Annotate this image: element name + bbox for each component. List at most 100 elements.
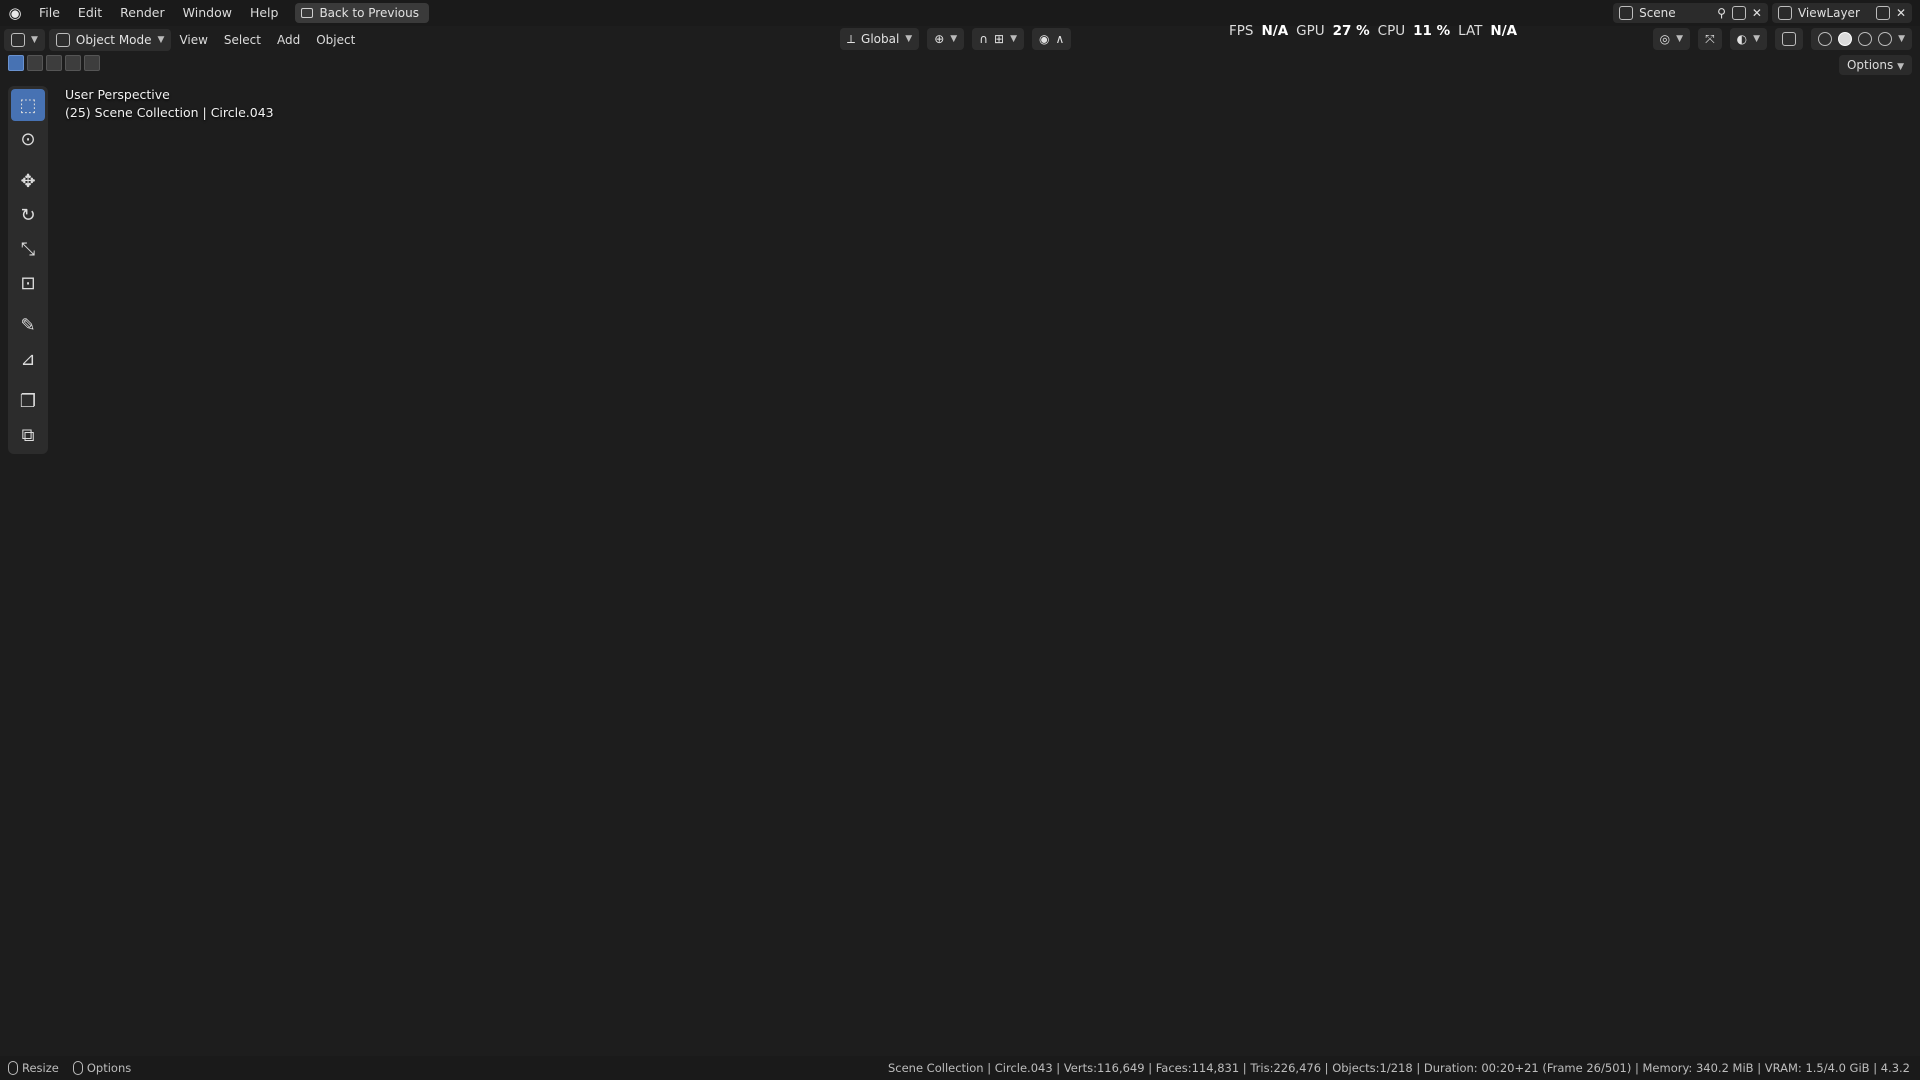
gpu-value: 27 % xyxy=(1332,23,1370,39)
options-hint-label: Options xyxy=(86,1060,132,1075)
view-layer-selector[interactable]: ViewLayer ✕ xyxy=(1771,3,1912,23)
gizmo-toggle[interactable]: ⤧ xyxy=(1698,28,1722,50)
menu-view[interactable]: View xyxy=(171,29,215,51)
snap-toggle[interactable]: ∩ ⊞ ▼ xyxy=(972,28,1024,50)
status-bar: Resize Options Scene Collection | Circle… xyxy=(0,1056,1920,1080)
transform-icon[interactable]: ⊡ xyxy=(11,267,45,299)
pivot-icon: ⊕ xyxy=(934,32,945,46)
proportional-edit-toggle[interactable]: ◉ ∧ xyxy=(1031,28,1072,50)
3d-viewport-icon xyxy=(11,33,25,47)
options-hint: Options xyxy=(72,1060,132,1076)
chevron-down-icon: ▼ xyxy=(1010,34,1017,44)
view-layer-icon xyxy=(1777,6,1792,20)
object-mode-icon xyxy=(55,33,70,47)
screen-icon xyxy=(301,8,314,18)
resize-label: Resize xyxy=(22,1060,59,1075)
select-subtract-icon[interactable] xyxy=(46,55,62,71)
add-cube-icon[interactable]: ❐ xyxy=(11,385,45,417)
eye-icon: ◎ xyxy=(1659,32,1671,46)
heart-text-line2: Valentines xyxy=(705,280,915,326)
material-shading-icon[interactable] xyxy=(1858,32,1873,46)
performance-overlay: FPS N/A GPU 27 % CPU 11 % LAT N/A xyxy=(1229,23,1517,39)
lat-value: N/A xyxy=(1490,23,1518,39)
chevron-down-icon: ▼ xyxy=(1897,62,1904,72)
scene-render: Happy Valentines Day xyxy=(0,26,1920,1056)
back-to-previous-button[interactable]: Back to Previous xyxy=(295,3,429,23)
menu-select[interactable]: Select xyxy=(216,29,269,51)
cursor-icon[interactable]: ⊙ xyxy=(11,123,45,155)
chevron-down-icon: ▼ xyxy=(950,34,958,44)
rotate-icon[interactable]: ↻ xyxy=(11,199,45,231)
chevron-down-icon: ▼ xyxy=(31,35,38,45)
gpu-label: GPU xyxy=(1296,23,1325,39)
menu-object[interactable]: Object xyxy=(308,29,363,51)
selection-mode-buttons xyxy=(8,55,100,73)
viewport-info: User Perspective (25) Scene Collection |… xyxy=(65,86,274,122)
close-icon[interactable]: ✕ xyxy=(1896,6,1906,20)
menu-help[interactable]: Help xyxy=(241,0,288,26)
axis-icon: ⟂ xyxy=(847,31,856,46)
measure-icon[interactable]: ⊿ xyxy=(11,343,45,375)
orientation-label: Global xyxy=(861,32,900,46)
xray-icon xyxy=(1782,32,1797,46)
mode-dropdown[interactable]: Object Mode ▼ xyxy=(48,29,172,51)
chevron-down-icon: ▼ xyxy=(1676,34,1684,44)
select-intersect-icon[interactable] xyxy=(84,55,100,71)
menu-window[interactable]: Window xyxy=(174,0,241,26)
pivot-dropdown[interactable]: ⊕ ▼ xyxy=(927,28,965,50)
snap-grid-icon: ⊞ xyxy=(994,32,1005,46)
visibility-dropdown[interactable]: ◎ ▼ xyxy=(1652,28,1691,50)
chevron-down-icon: ▼ xyxy=(1753,34,1761,44)
mouse-icon xyxy=(72,1061,83,1076)
scene-selector[interactable]: Scene ⚲ ✕ xyxy=(1613,3,1768,23)
rendered-shading-icon[interactable] xyxy=(1878,32,1893,46)
shading-modes[interactable]: ▼ xyxy=(1811,28,1912,50)
solid-shading-icon[interactable] xyxy=(1838,32,1853,46)
select-box-icon[interactable]: ⬚ xyxy=(11,89,45,121)
move-icon[interactable]: ✥ xyxy=(11,165,45,197)
scene-statistics: Scene Collection | Circle.043 | Verts:11… xyxy=(887,1061,1910,1075)
scale-icon[interactable]: ⤡ xyxy=(11,233,45,265)
select-extend-icon[interactable] xyxy=(27,55,43,71)
new-scene-icon[interactable] xyxy=(1731,6,1746,20)
pin-icon[interactable]: ⚲ xyxy=(1717,6,1726,20)
options-label: Options xyxy=(1846,58,1894,72)
menu-render[interactable]: Render xyxy=(111,0,174,26)
falloff-icon: ∧ xyxy=(1055,32,1065,46)
view-name: User Perspective xyxy=(65,87,170,102)
fps-label: FPS xyxy=(1229,23,1254,39)
menu-add[interactable]: Add xyxy=(269,29,308,51)
select-invert-icon[interactable] xyxy=(65,55,81,71)
scene-icon xyxy=(1619,6,1634,20)
top-menu-bar: ◉ File Edit Render Window Help Back to P… xyxy=(0,0,1920,26)
wireframe-shading-icon[interactable] xyxy=(1818,32,1833,46)
orientation-dropdown[interactable]: ⟂ Global ▼ xyxy=(840,28,920,50)
new-view-layer-icon[interactable] xyxy=(1875,6,1890,20)
topbar-right: Scene ⚲ ✕ ViewLayer ✕ xyxy=(1613,0,1920,26)
overlay-toggle[interactable]: ◐ ▼ xyxy=(1729,28,1768,50)
cpu-label: CPU xyxy=(1377,23,1406,39)
scene-name: Scene xyxy=(1639,6,1676,20)
menu-edit[interactable]: Edit xyxy=(69,0,111,26)
gizmo-icon: ⤧ xyxy=(1705,31,1715,46)
close-icon[interactable]: ✕ xyxy=(1752,6,1762,20)
magnet-icon: ∩ xyxy=(979,32,988,46)
view-layer-name: ViewLayer xyxy=(1797,6,1860,20)
select-new-icon[interactable] xyxy=(8,55,24,71)
options-dropdown[interactable]: Options ▼ xyxy=(1838,55,1912,75)
status-hints: Resize Options xyxy=(0,1061,131,1076)
annotate-icon[interactable]: ✎ xyxy=(11,309,45,341)
viewport-header: ▼ Object Mode ▼ View Select Add Object ⟂… xyxy=(0,26,1920,54)
viewport-display-tools: ◎ ▼ ⤧ ◐ ▼ ▼ xyxy=(1649,28,1912,50)
tool-shelf: ⬚ ⊙ ✥ ↻ ⤡ ⊡ ✎ ⊿ ❐ ⧉ xyxy=(8,86,48,454)
resize-hint: Resize xyxy=(8,1061,59,1076)
cpu-value: 11 % xyxy=(1413,23,1451,39)
blender-logo-icon[interactable]: ◉ xyxy=(0,0,30,26)
overlay-icon: ◐ xyxy=(1736,32,1748,46)
back-to-previous-label: Back to Previous xyxy=(319,6,419,20)
extrude-icon[interactable]: ⧉ xyxy=(11,419,45,451)
3d-viewport[interactable]: Happy Valentines Day xyxy=(0,26,1920,1056)
editor-type-button[interactable]: ▼ xyxy=(4,29,45,51)
xray-toggle[interactable] xyxy=(1775,28,1804,50)
menu-file[interactable]: File xyxy=(30,0,69,26)
